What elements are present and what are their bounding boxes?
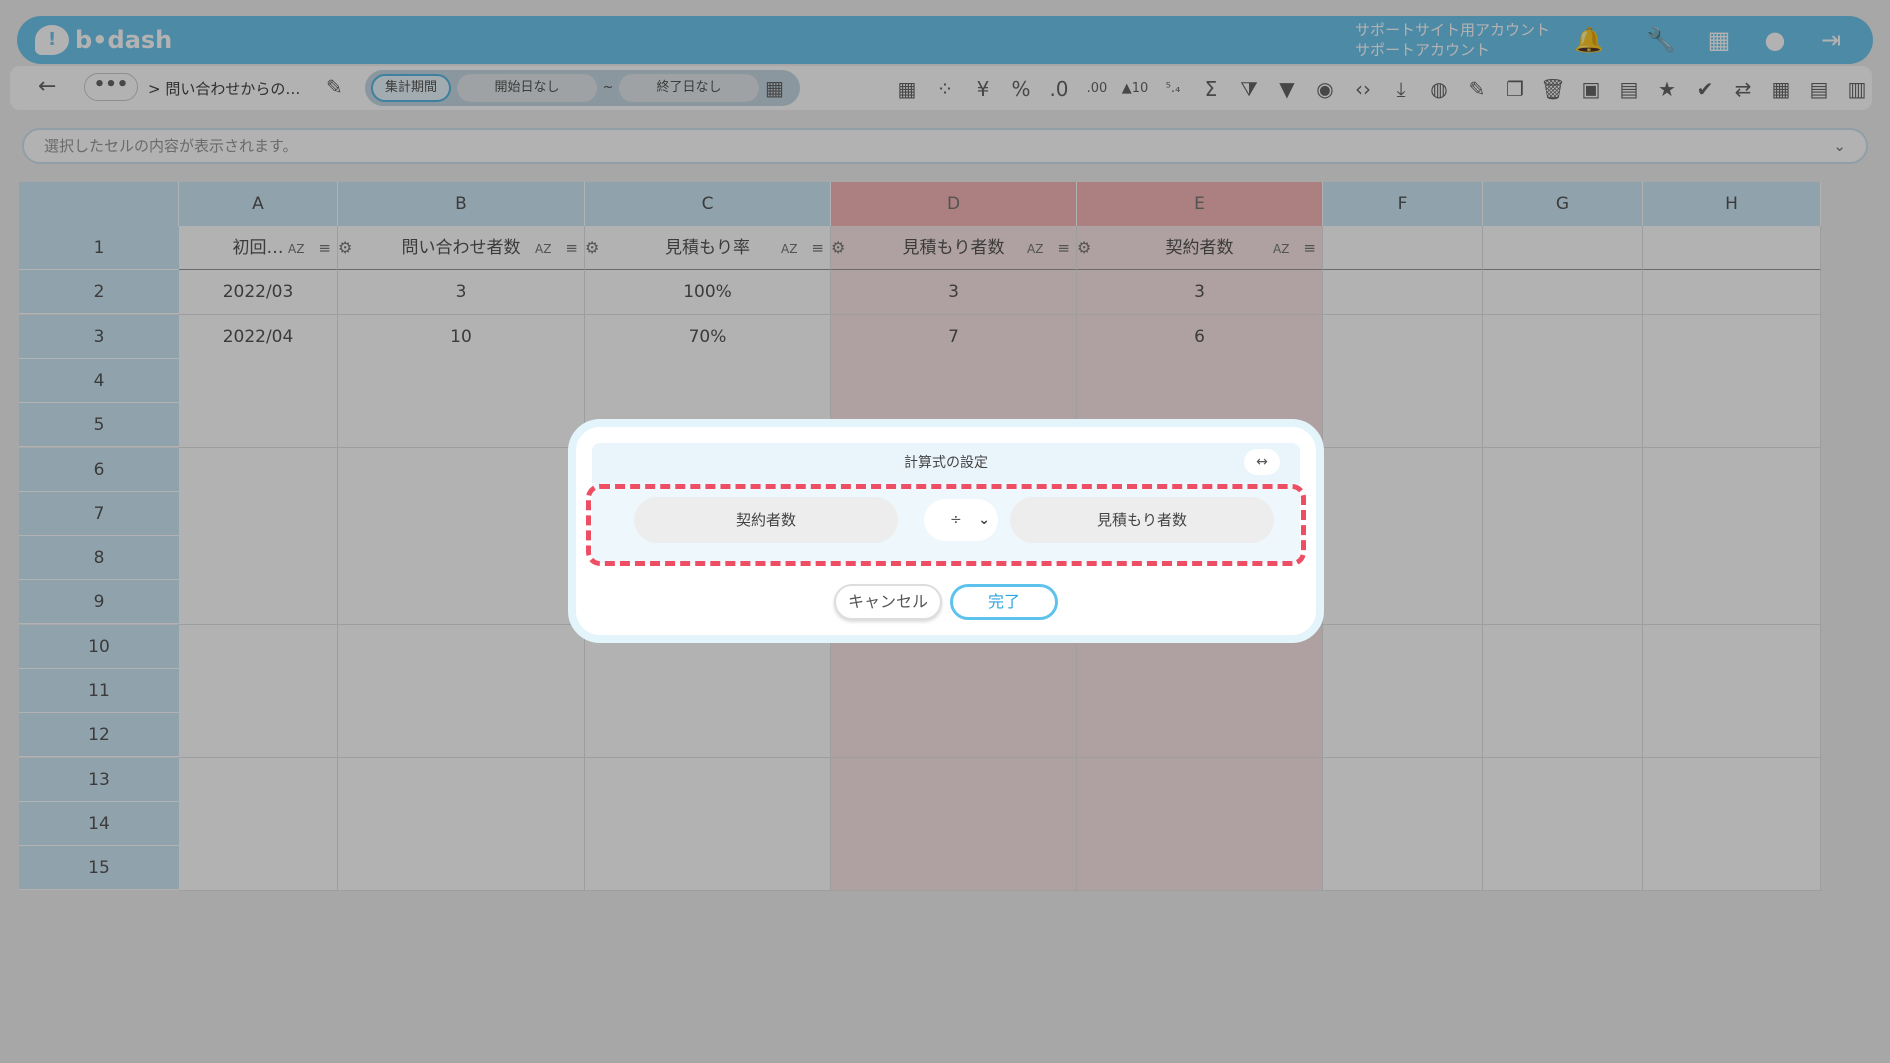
gear-icon[interactable]: ⚙ — [1077, 226, 1091, 270]
gear-icon[interactable]: ⚙ — [585, 226, 599, 270]
gear-icon[interactable]: ⚙ — [338, 226, 352, 270]
cancel-button[interactable]: キャンセル — [834, 584, 942, 620]
dialog-title: 計算式の設定 — [904, 455, 988, 471]
done-button[interactable]: 完了 — [950, 584, 1058, 620]
gear-icon[interactable]: ⚙ — [831, 226, 845, 270]
dialog-title-bar: 計算式の設定 ↔ — [592, 443, 1300, 483]
swap-operands-button[interactable]: ↔ — [1244, 449, 1280, 475]
highlight-annotation — [586, 484, 1306, 566]
formula-settings-dialog: 計算式の設定 ↔ 契約者数 ÷ ⌄ 見積もり者数 キャンセル 完了 — [568, 419, 1324, 643]
